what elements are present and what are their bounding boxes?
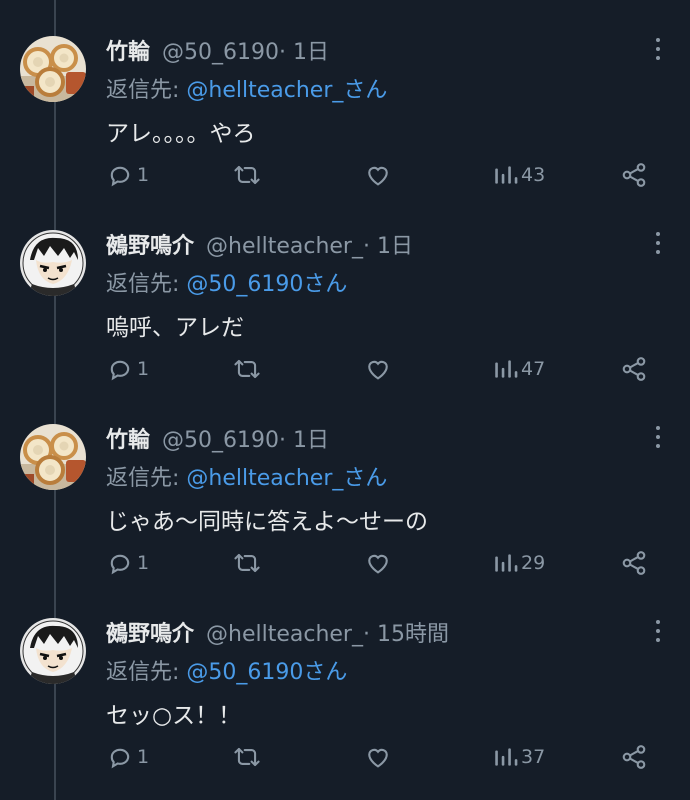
reply-mention-link[interactable]: @hellteacher_さん [186, 78, 387, 103]
reply-count: 1 [137, 746, 150, 768]
views-button[interactable]: 37 [492, 740, 545, 774]
views-icon [495, 748, 518, 766]
views-icon [495, 360, 518, 378]
avatar[interactable] [20, 230, 86, 296]
share-icon [622, 163, 646, 187]
reply-to-label: 返信先: [106, 272, 187, 297]
tweet[interactable]: 鵺野鳴介 @hellteacher_ · 1日 返信先: @50_6190さん … [0, 194, 690, 388]
reply-button[interactable]: 1 [106, 546, 149, 580]
views-button[interactable]: 43 [492, 158, 545, 192]
like-button[interactable] [364, 352, 392, 386]
reply-button[interactable]: 1 [106, 352, 149, 386]
tweet[interactable]: 竹輪 @50_6190 · 1日 返信先: @hellteacher_さん アレ… [0, 0, 690, 194]
reply-mention-link[interactable]: @hellteacher_さん [186, 466, 387, 491]
user-handle[interactable]: @hellteacher_ [206, 234, 363, 259]
retweet-button[interactable] [232, 158, 262, 192]
display-name[interactable]: 鵺野鳴介 [106, 616, 194, 648]
share-icon [622, 745, 646, 769]
share-button[interactable] [620, 352, 648, 386]
share-icon [622, 357, 646, 381]
tweet-header: 鵺野鳴介 @hellteacher_ · 1日 [106, 228, 413, 260]
tweet[interactable]: 鵺野鳴介 @hellteacher_ · 15時間 返信先: @50_6190さ… [0, 582, 690, 776]
share-button[interactable] [620, 546, 648, 580]
tweet-text: アレ。。。。やろ [106, 121, 256, 147]
tweet-header: 竹輪 @50_6190 · 1日 [106, 422, 329, 454]
more-dots-icon[interactable] [654, 38, 662, 60]
display-name[interactable]: 鵺野鳴介 [106, 228, 194, 260]
user-handle[interactable]: @50_6190 [162, 428, 279, 453]
view-count: 37 [521, 746, 546, 768]
retweet-icon [234, 165, 260, 185]
like-button[interactable] [364, 546, 392, 580]
display-name[interactable]: 竹輪 [106, 34, 150, 66]
reply-to-label: 返信先: [106, 660, 187, 685]
avatar[interactable] [20, 618, 86, 684]
reply-icon [110, 360, 130, 381]
views-button[interactable]: 29 [492, 546, 545, 580]
share-icon [622, 551, 646, 575]
heart-icon [368, 748, 388, 768]
display-name[interactable]: 竹輪 [106, 422, 150, 454]
retweet-icon [234, 553, 260, 573]
reply-count: 1 [137, 552, 150, 574]
heart-icon [368, 360, 388, 380]
tweet-text: セッ○ス！！ [106, 703, 242, 729]
retweet-icon [234, 747, 260, 767]
avatar[interactable] [20, 36, 86, 102]
user-handle[interactable]: @50_6190 [162, 40, 279, 65]
retweet-button[interactable] [232, 546, 262, 580]
reply-icon [110, 166, 130, 187]
views-icon [495, 554, 518, 572]
timestamp[interactable]: · 1日 [279, 34, 329, 66]
retweet-button[interactable] [232, 352, 262, 386]
avatar[interactable] [20, 424, 86, 490]
reply-icon [110, 748, 130, 769]
timestamp[interactable]: · 1日 [363, 228, 413, 260]
view-count: 43 [521, 164, 546, 186]
reply-count: 1 [137, 358, 150, 380]
more-dots-icon[interactable] [654, 620, 662, 642]
retweet-button[interactable] [232, 740, 262, 774]
more-dots-icon[interactable] [654, 232, 662, 254]
view-count: 29 [521, 552, 546, 574]
reply-mention-link[interactable]: @50_6190さん [186, 660, 347, 685]
reply-count: 1 [137, 164, 150, 186]
reply-button[interactable]: 1 [106, 740, 149, 774]
tweet[interactable]: 竹輪 @50_6190 · 1日 返信先: @hellteacher_さん じゃ… [0, 388, 690, 582]
reply-to-line: 返信先: @hellteacher_さん [106, 460, 387, 492]
timestamp[interactable]: · 1日 [279, 422, 329, 454]
user-handle[interactable]: @hellteacher_ [206, 622, 363, 647]
share-button[interactable] [620, 740, 648, 774]
action-bar: 1 29 [106, 546, 654, 580]
share-button[interactable] [620, 158, 648, 192]
reply-to-line: 返信先: @50_6190さん [106, 654, 347, 686]
tweet-text: 嗚呼、アレだ [106, 315, 244, 341]
reply-to-line: 返信先: @50_6190さん [106, 266, 347, 298]
action-bar: 1 37 [106, 740, 654, 774]
more-dots-icon[interactable] [654, 426, 662, 448]
timestamp[interactable]: · 15時間 [363, 616, 449, 648]
tweet-text: じゃあ〜同時に答えよ〜せーの [106, 509, 428, 535]
reply-to-label: 返信先: [106, 78, 187, 103]
views-button[interactable]: 47 [492, 352, 545, 386]
like-button[interactable] [364, 158, 392, 192]
retweet-icon [234, 359, 260, 379]
heart-icon [368, 166, 388, 186]
tweet-header: 竹輪 @50_6190 · 1日 [106, 34, 329, 66]
action-bar: 1 43 [106, 158, 654, 192]
view-count: 47 [521, 358, 546, 380]
reply-mention-link[interactable]: @50_6190さん [186, 272, 347, 297]
reply-button[interactable]: 1 [106, 158, 149, 192]
reply-icon [110, 554, 130, 575]
reply-to-label: 返信先: [106, 466, 187, 491]
views-icon [495, 166, 518, 184]
heart-icon [368, 554, 388, 574]
like-button[interactable] [364, 740, 392, 774]
reply-to-line: 返信先: @hellteacher_さん [106, 72, 387, 104]
action-bar: 1 47 [106, 352, 654, 386]
tweet-header: 鵺野鳴介 @hellteacher_ · 15時間 [106, 616, 449, 648]
